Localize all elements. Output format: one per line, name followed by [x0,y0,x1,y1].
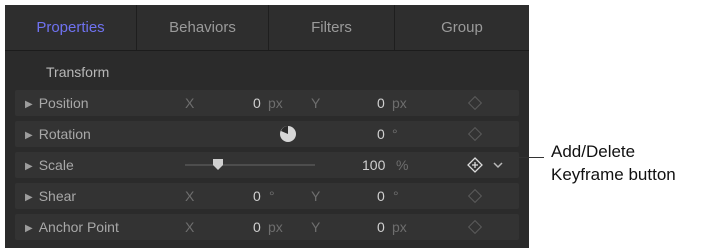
callout-label: Add/Delete Keyframe button [551,140,676,186]
shear-disclosure[interactable]: ▶ Shear [25,183,76,211]
disclosure-triangle-icon: ▶ [25,161,33,172]
shear-y-value[interactable]: 0 [377,183,385,209]
tab-filters[interactable]: Filters [269,5,395,50]
scale-unit: % [396,157,409,173]
anchor-point-disclosure[interactable]: ▶ Anchor Point [25,214,119,242]
rotation-value[interactable]: 0 [377,121,385,147]
property-row-shear: ▶ Shear X 0 ° Y 0 ° [15,183,519,209]
position-x-label: X [185,95,195,111]
chevron-down-icon[interactable] [493,161,503,169]
anchor-x-label: X [185,219,195,235]
property-row-anchor-point: ▶ Anchor Point X 0 px Y 0 px [15,214,519,240]
inspector-tab-bar: Properties Behaviors Filters Group [5,5,529,51]
shear-y-unit: ° [393,188,399,204]
property-row-scale: ▶ Scale 100 % [15,152,519,178]
shear-y-label: Y [311,188,321,204]
tab-behaviors[interactable]: Behaviors [137,5,269,50]
scale-disclosure[interactable]: ▶ Scale [25,152,74,180]
section-title-transform: Transform [46,64,110,80]
callout-leader-line [478,157,544,158]
scale-label: Scale [38,157,74,173]
rotation-dial-icon[interactable] [279,125,297,143]
rotation-unit: ° [392,126,398,142]
scale-slider-thumb[interactable] [213,159,223,171]
shear-x-value[interactable]: 0 [253,183,261,209]
disclosure-triangle-icon: ▶ [25,223,33,234]
keyframe-diamond-icon[interactable] [467,126,483,142]
position-label: Position [38,95,89,111]
scale-slider-track[interactable] [185,164,315,166]
inspector-panel: Properties Behaviors Filters Group Trans… [5,5,529,248]
property-row-position: ▶ Position X 0 px Y 0 px [15,90,519,116]
position-x-value[interactable]: 0 [253,90,261,116]
property-row-rotation: ▶ Rotation 0 ° [15,121,519,147]
callout-line-1: Add/Delete [551,142,636,161]
anchor-y-label: Y [311,219,321,235]
rotation-label: Rotation [38,126,91,142]
anchor-x-value[interactable]: 0 [253,214,261,240]
keyframe-diamond-icon[interactable] [467,95,483,111]
anchor-point-label: Anchor Point [38,219,119,235]
tab-group[interactable]: Group [395,5,529,50]
anchor-y-unit: px [392,219,407,235]
anchor-y-value[interactable]: 0 [377,214,385,240]
position-y-unit: px [392,95,407,111]
position-disclosure[interactable]: ▶ Position [25,90,89,118]
rotation-disclosure[interactable]: ▶ Rotation [25,121,91,149]
add-delete-keyframe-button[interactable] [467,157,483,173]
position-y-label: Y [311,95,321,111]
callout-line-2: Keyframe button [551,165,676,184]
shear-label: Shear [38,188,77,204]
tab-properties[interactable]: Properties [5,5,137,50]
position-x-unit: px [268,95,283,111]
scale-value[interactable]: 100 [362,152,385,178]
disclosure-triangle-icon: ▶ [25,192,33,203]
position-y-value[interactable]: 0 [377,90,385,116]
anchor-x-unit: px [268,219,283,235]
disclosure-triangle-icon: ▶ [25,99,33,110]
shear-x-label: X [185,188,195,204]
shear-x-unit: ° [269,188,275,204]
disclosure-triangle-icon: ▶ [25,130,33,141]
keyframe-diamond-icon[interactable] [467,219,483,235]
keyframe-diamond-icon[interactable] [467,188,483,204]
